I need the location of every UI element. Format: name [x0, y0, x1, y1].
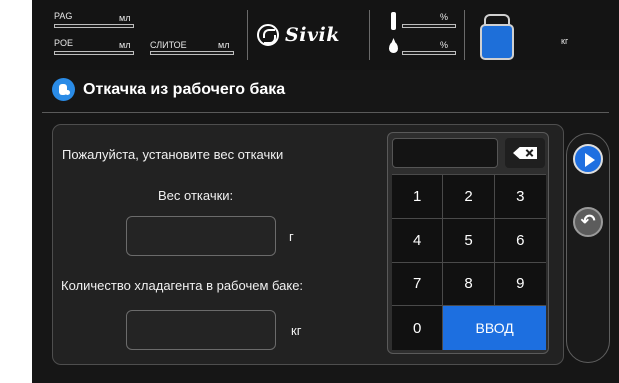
humidity-bar	[402, 51, 456, 55]
key-4[interactable]: 4	[392, 218, 444, 263]
poe-label: POE	[54, 38, 74, 48]
temperature-percent: %	[440, 12, 449, 22]
key-0[interactable]: 0	[392, 306, 444, 350]
weight-label: Вес откачки:	[158, 188, 234, 203]
divider	[247, 10, 248, 60]
status-bar: PAG мл POE мл СЛИТОЕ мл Sivik % % кг	[32, 0, 619, 70]
weight-input[interactable]	[126, 216, 276, 256]
brand-logo: Sivik	[257, 24, 340, 46]
backspace-icon	[513, 147, 537, 159]
brand-name: Sivik	[285, 24, 340, 46]
backspace-button[interactable]	[505, 138, 545, 168]
thermometer-icon	[391, 12, 396, 30]
key-6[interactable]: 6	[494, 218, 546, 263]
key-5[interactable]: 5	[443, 218, 495, 263]
page-title: Откачка из рабочего бака	[83, 80, 286, 98]
temperature-bar	[402, 24, 456, 28]
pag-label: PAG	[54, 11, 73, 21]
play-icon[interactable]	[573, 144, 603, 174]
tank-unit: кг	[561, 36, 569, 46]
divider	[464, 10, 465, 60]
main-panel: Пожалуйста, установите вес откачки Вес о…	[52, 124, 564, 365]
side-navigation	[566, 133, 610, 363]
page-header: Откачка из рабочего бака	[52, 78, 285, 101]
pag-unit: мл	[119, 13, 131, 23]
refrigerant-unit: кг	[291, 323, 302, 338]
brand-logo-icon	[257, 24, 279, 46]
weight-unit: г	[289, 229, 294, 244]
undo-icon[interactable]	[573, 207, 603, 237]
key-7[interactable]: 7	[392, 262, 444, 307]
keypad-grid: 1 2 3 4 5 6 7 8 9 0 ВВОД	[392, 174, 546, 350]
tank-pump-icon	[52, 78, 75, 101]
prompt-text: Пожалуйста, установите вес откачки	[62, 147, 284, 162]
title-divider	[42, 112, 609, 113]
key-8[interactable]: 8	[443, 262, 495, 307]
keypad-display	[392, 138, 498, 168]
drop-icon	[389, 42, 398, 53]
drain-level-bar	[150, 51, 234, 55]
key-1[interactable]: 1	[392, 175, 444, 219]
refrigerant-label: Количество хладагента в рабочем баке:	[61, 278, 304, 293]
key-9[interactable]: 9	[494, 262, 546, 307]
divider	[369, 10, 370, 60]
enter-button[interactable]: ВВОД	[443, 306, 546, 350]
drain-label: СЛИТОЕ	[150, 40, 187, 50]
humidity-percent: %	[440, 40, 449, 50]
poe-level-bar	[54, 51, 134, 55]
drain-unit: мл	[218, 40, 230, 50]
key-3[interactable]: 3	[494, 175, 546, 219]
pag-level-bar	[54, 24, 134, 28]
numeric-keypad: 1 2 3 4 5 6 7 8 9 0 ВВОД	[387, 132, 549, 354]
tank-icon	[478, 12, 516, 60]
key-2[interactable]: 2	[443, 175, 495, 219]
screen: PAG мл POE мл СЛИТОЕ мл Sivik % % кг Отк…	[32, 0, 619, 383]
refrigerant-input[interactable]	[126, 310, 276, 350]
poe-unit: мл	[119, 40, 131, 50]
